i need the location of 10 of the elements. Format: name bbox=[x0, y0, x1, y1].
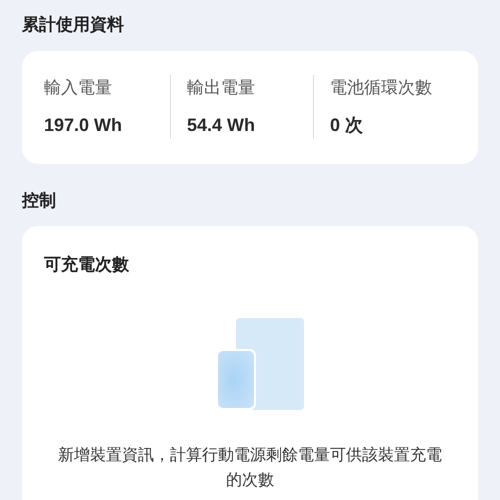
stat-value: 54.4 Wh bbox=[187, 114, 256, 138]
card-title: 可充電次數 bbox=[44, 254, 130, 276]
stat-label: 輸入電量 bbox=[44, 76, 113, 99]
section-title: 控制 bbox=[22, 190, 57, 212]
section-title: 累計使用資料 bbox=[22, 14, 125, 36]
card-description: 新增裝置資訊，計算行動電源剩餘電量可供該裝置充電的次數 bbox=[57, 446, 443, 490]
stat-label: 輸出電量 bbox=[187, 76, 256, 99]
stat-value: 0 次 bbox=[330, 114, 364, 138]
stat-label: 電池循環次數 bbox=[330, 76, 432, 99]
stat-value: 197.0 Wh bbox=[44, 114, 122, 138]
